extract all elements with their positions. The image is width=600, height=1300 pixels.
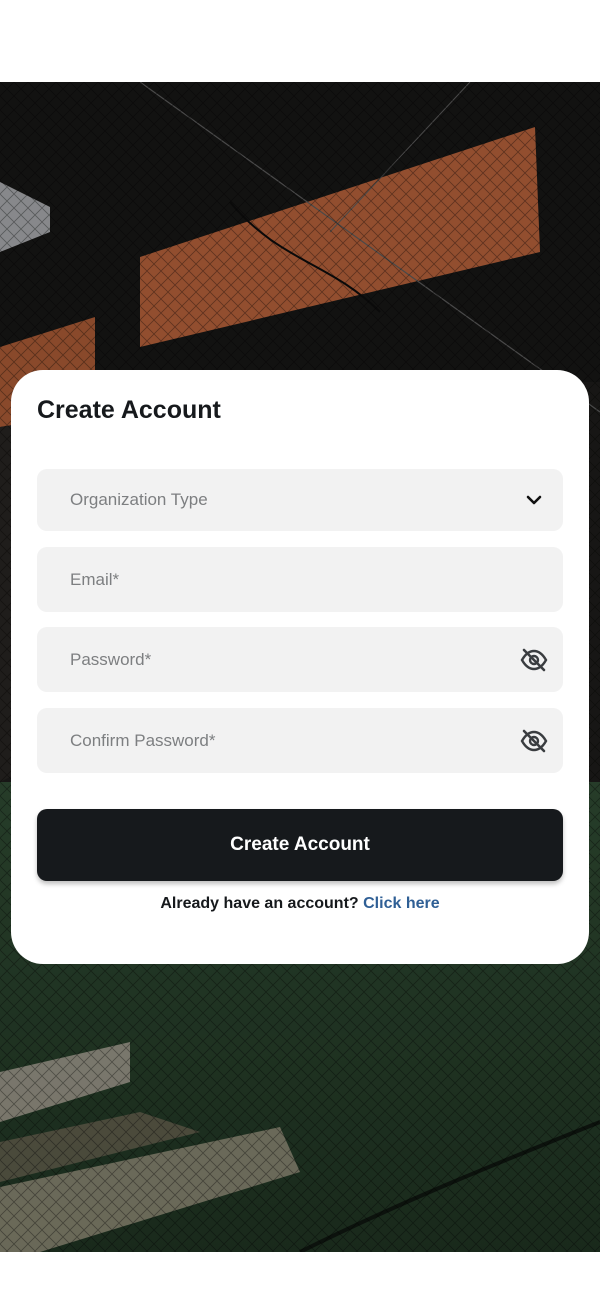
- bottom-area: [0, 1252, 600, 1300]
- eye-off-icon[interactable]: [519, 726, 549, 756]
- organization-type-placeholder: Organization Type: [70, 490, 208, 509]
- chevron-down-icon[interactable]: [519, 485, 549, 515]
- confirm-password-placeholder: Confirm Password*: [70, 730, 216, 750]
- email-field[interactable]: Email*: [37, 547, 563, 612]
- password-placeholder: Password*: [70, 649, 152, 669]
- top-status-area: [0, 0, 600, 82]
- signin-prompt: Already have an account? Click here: [11, 895, 589, 913]
- signin-link[interactable]: Click here: [363, 895, 439, 912]
- create-account-button[interactable]: Create Account: [37, 809, 563, 881]
- page-title: Create Account: [37, 396, 221, 424]
- organization-type-select[interactable]: Organization Type: [37, 469, 563, 531]
- eye-off-icon[interactable]: [519, 645, 549, 675]
- password-field[interactable]: Password*: [37, 627, 563, 692]
- email-placeholder: Email*: [70, 569, 120, 589]
- create-account-card: Create Account Organization Type Email* …: [11, 370, 589, 964]
- signin-prompt-text: Already have an account?: [160, 895, 359, 912]
- confirm-password-field[interactable]: Confirm Password*: [37, 708, 563, 773]
